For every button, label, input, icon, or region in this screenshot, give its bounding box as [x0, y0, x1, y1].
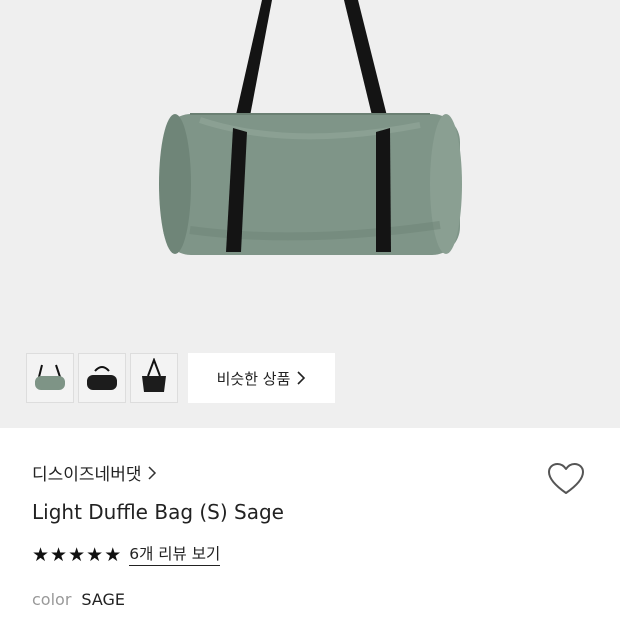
thumbnail-sage[interactable] — [26, 353, 74, 403]
similar-products-button[interactable]: 비슷한 상품 — [188, 353, 335, 403]
product-image-area: 비슷한 상품 — [0, 0, 620, 428]
heart-icon — [548, 463, 584, 494]
star-icon: ★ — [50, 544, 68, 566]
option-value: SAGE — [81, 590, 126, 609]
chevron-right-icon — [297, 371, 306, 385]
black-bag-thumb-icon — [87, 366, 117, 390]
thumbnail-black-tote[interactable] — [130, 353, 178, 403]
star-icon: ★ — [32, 544, 50, 566]
similar-products-label: 비슷한 상품 — [216, 369, 291, 388]
star-icon: ★ — [104, 544, 122, 566]
option-label: color — [32, 590, 72, 609]
color-option: color SAGE — [32, 590, 125, 609]
thumbnail-strip — [26, 353, 178, 405]
sage-bag-thumb-icon — [35, 364, 65, 390]
star-icon: ★ — [68, 544, 86, 566]
chevron-right-icon — [148, 465, 157, 480]
review-link[interactable]: 6개 리뷰 보기 — [129, 544, 221, 566]
brand-name: 디스이즈네버댓 — [32, 465, 142, 485]
brand-link[interactable]: 디스이즈네버댓 — [32, 460, 157, 485]
product-title: Light Duffle Bag (S) Sage — [32, 500, 284, 524]
rating-row: ★ ★ ★ ★ ★ 6개 리뷰 보기 — [32, 543, 221, 567]
thumbnail-black[interactable] — [78, 353, 126, 403]
wishlist-button[interactable] — [546, 461, 586, 497]
star-icon: ★ — [86, 544, 104, 566]
black-tote-thumb-icon — [142, 358, 166, 392]
star-rating: ★ ★ ★ ★ ★ — [32, 543, 121, 567]
